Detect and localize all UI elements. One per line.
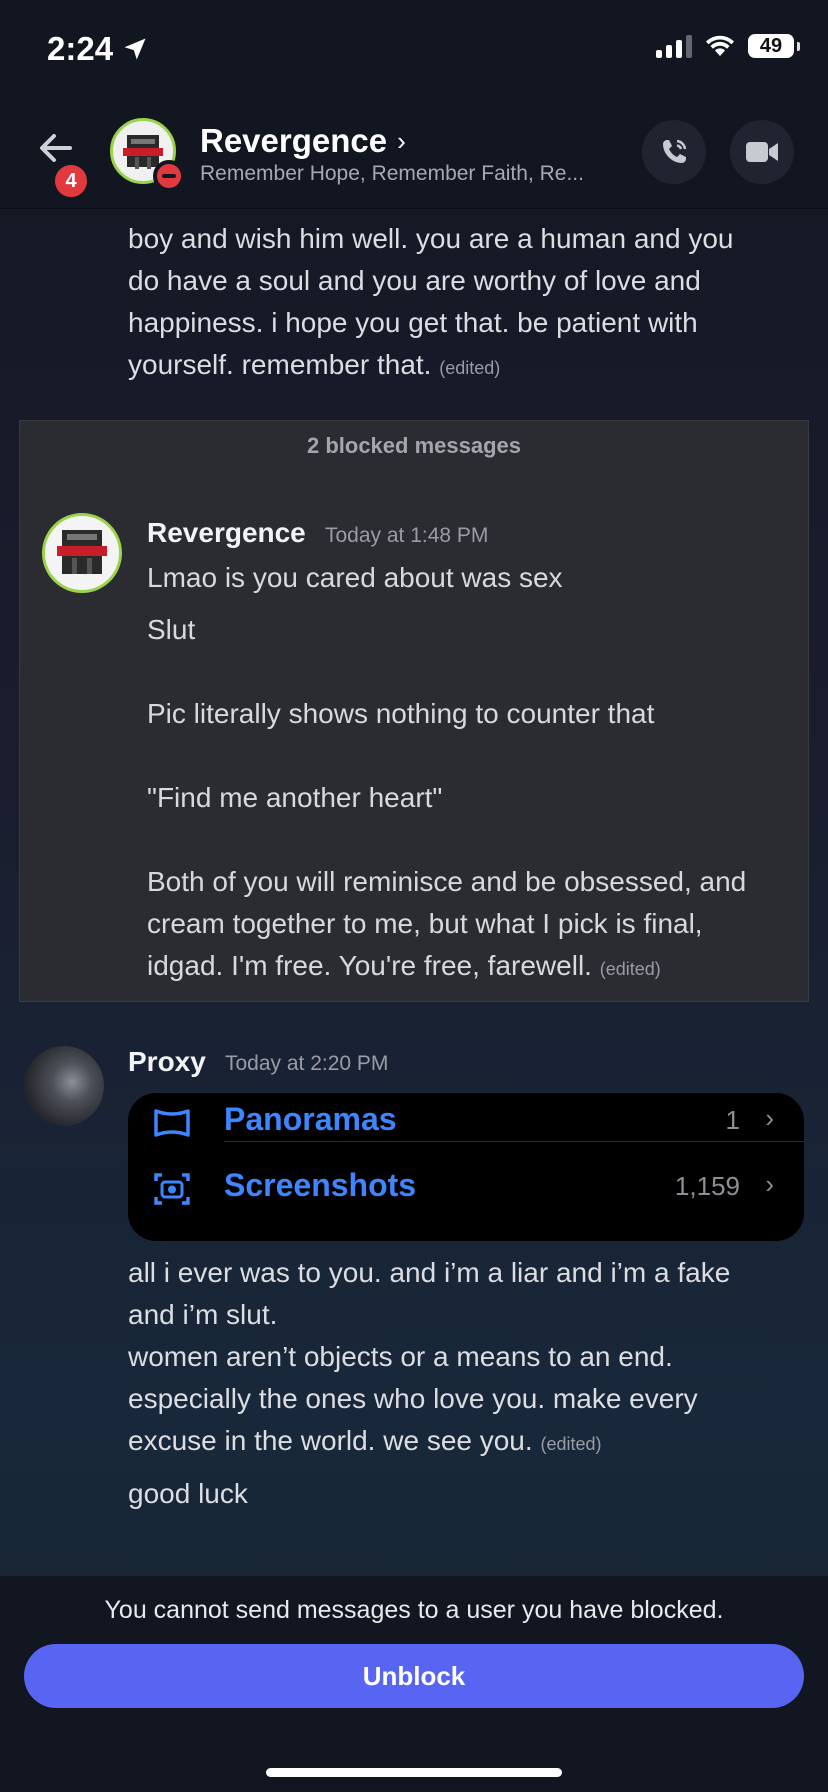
channel-title[interactable]: Revergence › (200, 122, 406, 160)
voice-call-button[interactable] (642, 120, 706, 184)
message-timestamp: Today at 1:48 PM (325, 524, 489, 547)
panorama-icon (154, 1109, 190, 1137)
status-indicators: 49 (656, 34, 800, 58)
blocked-footer: You cannot send messages to a user you h… (0, 1576, 828, 1792)
message-body: all i ever was to you. and i’m a liar an… (128, 1252, 808, 1515)
chevron-right-icon: › (765, 1169, 774, 1199)
dnd-status-icon (153, 160, 185, 192)
chat-header: 4 Revergence › Remember Hope, Remember F… (0, 100, 828, 209)
chevron-right-icon: › (397, 125, 406, 156)
message-author[interactable]: Proxy (128, 1046, 206, 1078)
video-call-button[interactable] (730, 120, 794, 184)
message-body: Lmao is you cared about was sex Slut Pic… (147, 562, 747, 981)
battery-icon: 49 (748, 34, 800, 58)
status-time: 2:24 (47, 30, 149, 68)
list-item: Screenshots 1,159 › (128, 1155, 804, 1229)
screenshot-icon (154, 1173, 190, 1205)
unblock-button[interactable]: Unblock (24, 1644, 804, 1708)
location-arrow-icon (124, 38, 146, 60)
custom-status: Remember Hope, Remember Faith, Re... (200, 162, 584, 185)
avatar[interactable] (24, 1046, 104, 1126)
edited-tag: (edited) (599, 959, 661, 979)
unread-badge: 4 (52, 162, 90, 200)
blocked-messages-group[interactable]: 2 blocked messages Revergence Today at 1… (19, 420, 809, 1002)
wifi-icon (706, 35, 734, 56)
home-indicator[interactable] (266, 1768, 562, 1777)
status-bar: 2:24 49 (0, 0, 828, 100)
divider (224, 1141, 804, 1142)
edited-tag: (edited) (540, 1434, 602, 1454)
message-continuation: boy and wish him well. you are a human a… (128, 223, 734, 380)
logo-icon (57, 530, 107, 574)
avatar[interactable] (42, 513, 122, 593)
blocked-messages-label[interactable]: 2 blocked messages (20, 433, 808, 459)
message-author[interactable]: Revergence (147, 517, 306, 549)
image-attachment[interactable]: Panoramas 1 › Screenshots 1,159 › (128, 1093, 804, 1241)
chevron-right-icon: › (765, 1103, 774, 1133)
blocked-notice: You cannot send messages to a user you h… (104, 1596, 724, 1624)
cellular-signal-icon (656, 34, 692, 58)
phone-icon (663, 139, 687, 163)
followup-message: good luck (128, 1478, 248, 1509)
video-camera-icon (746, 142, 778, 162)
list-item: Panoramas 1 › (128, 1093, 804, 1157)
edited-tag: (edited) (439, 358, 501, 378)
message-timestamp: Today at 2:20 PM (225, 1052, 389, 1075)
